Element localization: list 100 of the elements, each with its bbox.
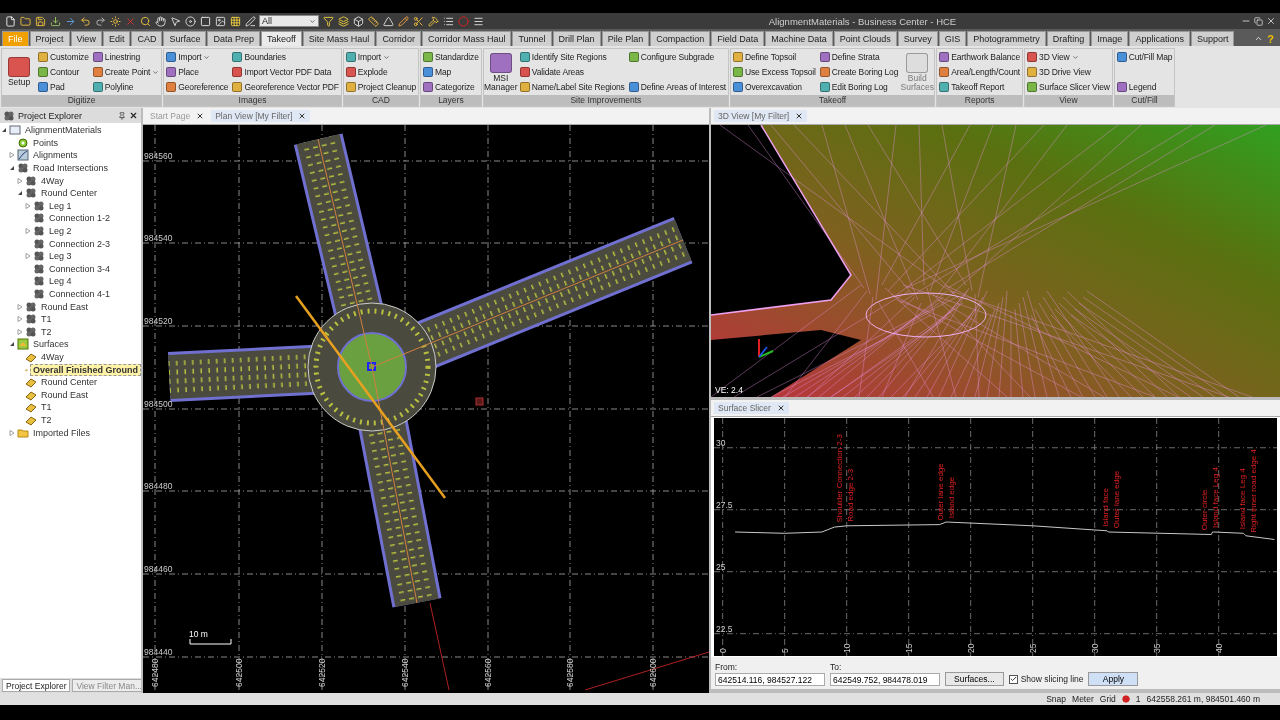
tree-item[interactable]: Points — [31, 137, 60, 148]
ribbon-tab[interactable]: GIS — [938, 31, 967, 46]
ribbon-button[interactable]: 3D Drive View — [1027, 65, 1110, 79]
new-file-icon[interactable] — [4, 15, 16, 27]
close-icon[interactable] — [196, 112, 205, 120]
collapse-ribbon-icon[interactable] — [1254, 34, 1264, 43]
tree-item[interactable]: Road Intersections — [31, 163, 111, 174]
tree-item[interactable]: Overall Finished Ground — [29, 363, 141, 376]
ribbon-tab[interactable]: Point Clouds — [833, 31, 897, 46]
close-icon[interactable] — [795, 112, 804, 120]
square-icon[interactable] — [199, 15, 211, 27]
tree-item[interactable]: T2 — [39, 326, 54, 337]
tree-item[interactable]: Surfaces — [31, 339, 71, 350]
ribbon-button[interactable]: Use Excess Topsoil — [732, 65, 816, 79]
redo-icon[interactable] — [94, 15, 106, 27]
ribbon-button[interactable]: Cut/Fill Map — [1116, 50, 1173, 64]
tree-item[interactable]: Leg 3 — [47, 251, 74, 262]
ribbon-button[interactable]: Define Topsoil — [732, 50, 816, 64]
ribbon-tab[interactable]: CAD — [131, 31, 163, 46]
tree-item[interactable]: T2 — [39, 414, 54, 425]
ribbon-button[interactable]: Edit Boring Log — [819, 80, 899, 94]
ribbon-button[interactable]: Explode — [345, 65, 417, 79]
box-icon[interactable] — [352, 15, 364, 27]
save-icon[interactable] — [34, 15, 46, 27]
ribbon-button[interactable]: Standardize — [423, 50, 479, 64]
undo-icon[interactable] — [79, 15, 91, 27]
tree-item[interactable]: Connection 2-3 — [47, 238, 113, 249]
ribbon-button[interactable]: Polyline — [92, 80, 160, 94]
status-item[interactable]: Grid — [1099, 694, 1116, 704]
apply-button[interactable]: Apply — [1088, 672, 1139, 686]
layers-icon[interactable] — [337, 15, 349, 27]
ribbon-button[interactable]: Overexcavation — [732, 80, 816, 94]
ribbon-button[interactable]: Validate Areas — [519, 65, 625, 79]
ribbon-tab[interactable]: Site Mass Haul — [302, 31, 376, 46]
pencil-icon[interactable] — [397, 15, 409, 27]
ribbon-button[interactable]: Map — [423, 65, 479, 79]
hammer-icon[interactable] — [427, 15, 439, 27]
filter-dropdown[interactable]: All — [259, 15, 319, 27]
ruler-icon[interactable] — [367, 15, 379, 27]
to-field[interactable]: 642549.752, 984478.019 — [830, 673, 940, 686]
tree-item[interactable]: AlignmentMaterials — [23, 125, 104, 136]
tree-item[interactable]: Round Center — [39, 188, 100, 199]
ribbon-button[interactable]: Name/Label Site Regions — [519, 80, 625, 94]
document-tab[interactable]: Surface Slicer — [714, 402, 789, 414]
status-item[interactable]: Snap — [1046, 694, 1067, 704]
ribbon-button[interactable]: Import — [166, 50, 229, 64]
ribbon-tab[interactable]: Machine Data — [765, 31, 833, 46]
ribbon-button[interactable]: Create Boring Log — [819, 65, 899, 79]
hand-icon[interactable] — [154, 15, 166, 27]
ribbon-button[interactable]: Takeoff Report — [939, 80, 1021, 94]
tree-item[interactable]: Round Center — [39, 377, 100, 388]
expanded-arrow-icon[interactable] — [9, 165, 15, 172]
tree-item[interactable]: Connection 1-2 — [47, 213, 113, 224]
list-icon[interactable] — [442, 15, 454, 27]
tree-item[interactable]: Alignments — [31, 150, 80, 161]
image-icon[interactable] — [214, 15, 226, 27]
ribbon-button[interactable]: 3D View — [1027, 50, 1110, 64]
tree-item[interactable]: 4Way — [39, 352, 66, 362]
slicing-line[interactable] — [295, 295, 446, 499]
tree-item[interactable]: Imported Files — [31, 427, 93, 438]
pin-icon[interactable] — [118, 111, 126, 120]
ribbon-tab[interactable]: View — [70, 31, 102, 46]
ribbon-tab[interactable]: Corridor — [376, 31, 421, 46]
ribbon-button[interactable]: Create Point — [92, 65, 160, 79]
ribbon-button[interactable]: Place — [166, 65, 229, 79]
tree-item[interactable]: Leg 1 — [47, 200, 74, 211]
ribbon-button[interactable]: Earthwork Balance — [939, 50, 1021, 64]
import-icon[interactable] — [49, 15, 61, 27]
surfaces-button[interactable]: Surfaces... — [945, 672, 1004, 686]
ribbon-button[interactable]: Boundaries — [232, 50, 339, 64]
ribbon-button[interactable]: Georeference — [166, 80, 229, 94]
pen-icon[interactable] — [244, 15, 256, 27]
export-icon[interactable] — [64, 15, 76, 27]
folder-icon[interactable] — [19, 15, 31, 27]
menu-icon[interactable] — [472, 15, 484, 27]
ribbon-button[interactable]: Customize — [38, 50, 89, 64]
checkbox[interactable] — [1008, 674, 1018, 684]
search-icon[interactable] — [139, 15, 151, 27]
ribbon-button[interactable]: Define Areas of Interest — [628, 80, 726, 94]
ribbon-tab[interactable]: Support — [1190, 31, 1235, 46]
expanded-arrow-icon[interactable] — [17, 190, 23, 197]
help-button[interactable]: ? — [1267, 32, 1274, 45]
ribbon-tab[interactable]: Image — [1091, 31, 1129, 46]
tree-item[interactable]: Round East — [39, 301, 91, 312]
close-icon[interactable] — [1266, 16, 1276, 26]
ribbon-button[interactable]: Pad — [38, 80, 89, 94]
ribbon-button[interactable]: Import Vector PDF Data — [232, 65, 339, 79]
document-tab[interactable]: 3D View [My Filter] — [714, 110, 808, 122]
ribbon-tab[interactable]: Takeoff — [261, 31, 302, 46]
triangle-icon[interactable] — [382, 15, 394, 27]
tree-item[interactable]: Round East — [39, 389, 91, 400]
grid-icon[interactable] — [229, 15, 241, 27]
ribbon-button[interactable]: Identify Site Regions — [519, 50, 625, 64]
ribbon-tab[interactable]: Field Data — [711, 31, 765, 46]
tree-item[interactable]: Connection 3-4 — [47, 263, 113, 274]
ribbon-button[interactable]: Area/Length/Count — [939, 65, 1021, 79]
ribbon-tab[interactable]: Drafting — [1046, 31, 1091, 46]
ribbon-large-button[interactable]: MSI Manager — [485, 50, 516, 94]
tree-item[interactable]: Leg 4 — [47, 276, 74, 287]
tree-item[interactable]: Connection 4-1 — [47, 289, 113, 299]
